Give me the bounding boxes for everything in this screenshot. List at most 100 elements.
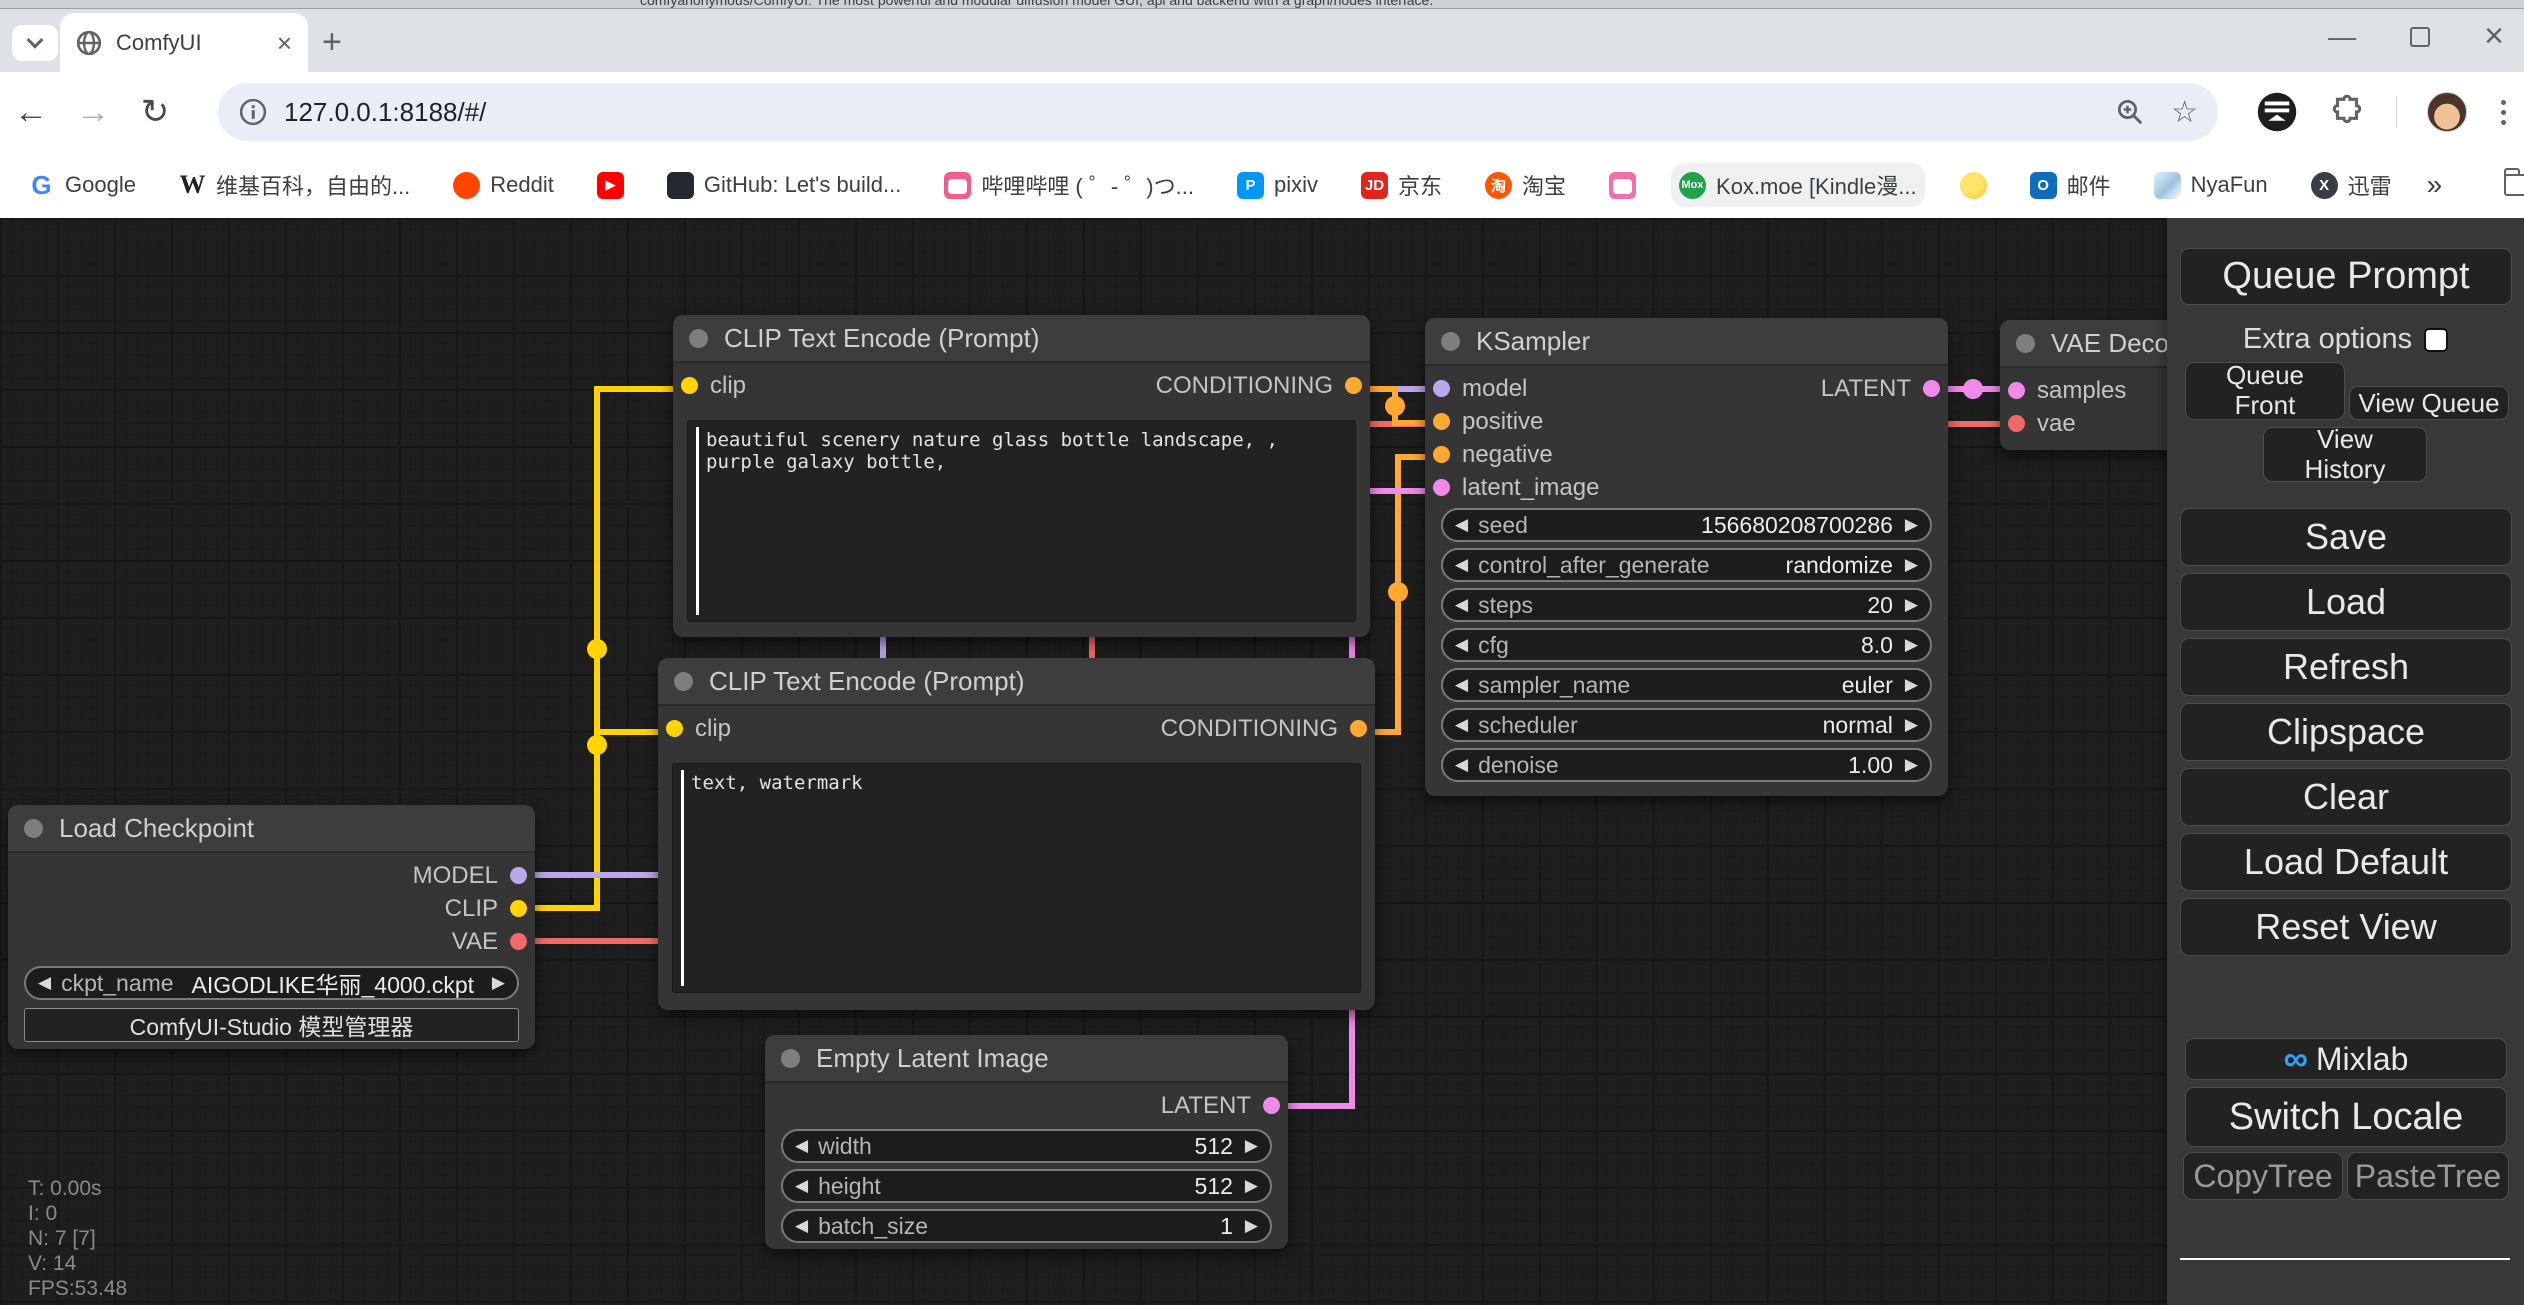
negative-input-slot[interactable] (1433, 446, 1450, 463)
reset-view-button[interactable]: Reset View (2180, 898, 2512, 956)
widget-increment-icon[interactable]: ▶ (1905, 715, 1918, 735)
scheduler-widget[interactable]: ◀schedulernormal▶ (1441, 708, 1932, 742)
bookmark-item[interactable]: NyaFun (2146, 166, 2276, 205)
widget-increment-icon[interactable]: ▶ (492, 973, 505, 993)
widget-value[interactable]: randomize (1786, 552, 1893, 579)
latent_image-input-slot[interactable] (1433, 479, 1450, 496)
clear-button[interactable]: Clear (2180, 768, 2512, 826)
refresh-button[interactable]: Refresh (2180, 638, 2512, 696)
vae-input-slot[interactable] (2008, 415, 2025, 432)
collapse-dot-icon[interactable] (2016, 334, 2035, 353)
widget-decrement-icon[interactable]: ◀ (795, 1136, 808, 1156)
load-button[interactable]: Load (2180, 573, 2512, 631)
node-empty-latent-image[interactable]: Empty Latent Image LATENT ◀width512▶◀hei… (765, 1035, 1288, 1249)
widget-decrement-icon[interactable]: ◀ (1455, 755, 1468, 775)
collapse-dot-icon[interactable] (24, 819, 43, 838)
widget-value[interactable]: 1.00 (1848, 752, 1893, 779)
ckpt-name-widget[interactable]: ◀ ckpt_name AIGODLIKE华丽_4000.ckpt ▶ (24, 966, 519, 1000)
new-tab-button[interactable]: + (322, 23, 342, 62)
clip-input-slot[interactable] (681, 377, 698, 394)
forward-icon[interactable]: → (62, 93, 124, 132)
conditioning-output-slot[interactable] (1345, 377, 1362, 394)
zoom-icon[interactable] (2115, 97, 2145, 127)
collapse-dot-icon[interactable] (689, 329, 708, 348)
widget-value[interactable]: 512 (1195, 1133, 1233, 1160)
bookmark-item[interactable]: ▶ (589, 166, 632, 205)
node-title-bar[interactable]: Empty Latent Image (765, 1035, 1288, 1083)
CLIP-output-slot[interactable] (510, 900, 527, 917)
samples-input-slot[interactable] (2008, 382, 2025, 399)
widget-increment-icon[interactable]: ▶ (1905, 595, 1918, 615)
widget-value[interactable]: euler (1842, 672, 1893, 699)
queue-prompt-button[interactable]: Queue Prompt (2180, 248, 2512, 305)
close-window-icon[interactable]: × (2484, 17, 2504, 56)
tab-close-icon[interactable]: × (277, 30, 292, 56)
load-default-button[interactable]: Load Default (2180, 833, 2512, 891)
widget-value[interactable]: 512 (1195, 1173, 1233, 1200)
bookmark-item[interactable]: W维基百科，自由的... (171, 163, 418, 207)
steps-widget[interactable]: ◀steps20▶ (1441, 588, 1932, 622)
profile-avatar[interactable] (2427, 92, 2467, 132)
seed-widget[interactable]: ◀seed156680208700286▶ (1441, 508, 1932, 542)
latent-output-slot[interactable] (1263, 1097, 1280, 1114)
widget-increment-icon[interactable]: ▶ (1905, 675, 1918, 695)
mixlab-button[interactable]: ∞Mixlab (2185, 1038, 2507, 1080)
height-widget[interactable]: ◀height512▶ (781, 1169, 1272, 1203)
conditioning-output-slot[interactable] (1350, 720, 1367, 737)
widget-decrement-icon[interactable]: ◀ (1455, 635, 1468, 655)
widget-decrement-icon[interactable]: ◀ (795, 1216, 808, 1236)
bookmark-item[interactable]: Ppixiv (1229, 166, 1326, 205)
model-input-slot[interactable] (1433, 380, 1450, 397)
paste-tree-button[interactable]: PasteTree (2347, 1152, 2509, 1200)
prompt-textarea[interactable]: beautiful scenery nature glass bottle la… (687, 420, 1356, 622)
save-button[interactable]: Save (2180, 508, 2512, 566)
node-title-bar[interactable]: CLIP Text Encode (Prompt) (673, 315, 1370, 363)
bookmark-star-icon[interactable]: ☆ (2171, 95, 2198, 130)
node-title-bar[interactable]: Load Checkpoint (8, 805, 535, 853)
MODEL-output-slot[interactable] (510, 867, 527, 884)
widget-value[interactable]: 8.0 (1861, 632, 1893, 659)
bookmark-item[interactable] (1601, 166, 1644, 205)
VAE-output-slot[interactable] (510, 933, 527, 950)
widget-decrement-icon[interactable]: ◀ (1455, 555, 1468, 575)
clipspace-button[interactable]: Clipspace (2180, 703, 2512, 761)
widget-decrement-icon[interactable]: ◀ (1455, 595, 1468, 615)
widget-increment-icon[interactable]: ▶ (1905, 635, 1918, 655)
widget-increment-icon[interactable]: ▶ (1905, 515, 1918, 535)
copy-tree-button[interactable]: CopyTree (2183, 1152, 2343, 1200)
view-history-button[interactable]: View History (2263, 427, 2427, 482)
node-title-bar[interactable]: KSampler (1425, 318, 1948, 366)
widget-decrement-icon[interactable]: ◀ (1455, 675, 1468, 695)
widget-increment-icon[interactable]: ▶ (1905, 555, 1918, 575)
maximize-icon[interactable] (2410, 27, 2430, 47)
browser-menu-icon[interactable] (2497, 96, 2510, 129)
bookmark-item[interactable]: 淘淘宝 (1477, 163, 1574, 207)
widget-value[interactable]: 156680208700286 (1701, 512, 1893, 539)
bookmark-item[interactable]: GGoogle (20, 166, 144, 205)
node-clip-text-encode-positive[interactable]: CLIP Text Encode (Prompt) clip CONDITION… (673, 315, 1370, 637)
tab-search-button[interactable] (12, 25, 58, 61)
queue-front-button[interactable]: Queue Front (2185, 362, 2345, 420)
batch_size-widget[interactable]: ◀batch_size1▶ (781, 1209, 1272, 1243)
widget-decrement-icon[interactable]: ◀ (1455, 515, 1468, 535)
bookmark-item[interactable]: O邮件 (2022, 163, 2119, 207)
widget-value[interactable]: 1 (1220, 1213, 1233, 1240)
sampler_name-widget[interactable]: ◀sampler_nameeuler▶ (1441, 668, 1932, 702)
width-widget[interactable]: ◀width512▶ (781, 1129, 1272, 1163)
widget-decrement-icon[interactable]: ◀ (38, 973, 51, 993)
bookmark-item[interactable]: 哔哩哔哩 ( ゜- ゜)つ... (936, 163, 1202, 207)
bookmark-item[interactable]: MoxKox.moe [Kindle漫... (1671, 163, 1925, 207)
back-icon[interactable]: ← (0, 93, 62, 132)
widget-increment-icon[interactable]: ▶ (1245, 1136, 1258, 1156)
prompt-textarea[interactable]: text, watermark (672, 763, 1361, 993)
widget-increment-icon[interactable]: ▶ (1905, 755, 1918, 775)
address-bar[interactable]: 127.0.0.1:8188/#/ ☆ (218, 83, 2218, 141)
minimize-icon[interactable]: — (2328, 21, 2356, 53)
widget-value[interactable]: normal (1823, 712, 1893, 739)
reload-icon[interactable]: ↻ (124, 92, 186, 132)
url-text[interactable]: 127.0.0.1:8188/#/ (284, 97, 2089, 128)
widget-increment-icon[interactable]: ▶ (1245, 1216, 1258, 1236)
bookmark-item[interactable]: Reddit (445, 166, 562, 205)
node-ksampler[interactable]: KSampler LATENT modelpositivenegativelat… (1425, 318, 1948, 796)
graph-canvas[interactable]: Load Checkpoint MODELCLIPVAE ◀ ckpt_name… (0, 218, 2524, 1305)
